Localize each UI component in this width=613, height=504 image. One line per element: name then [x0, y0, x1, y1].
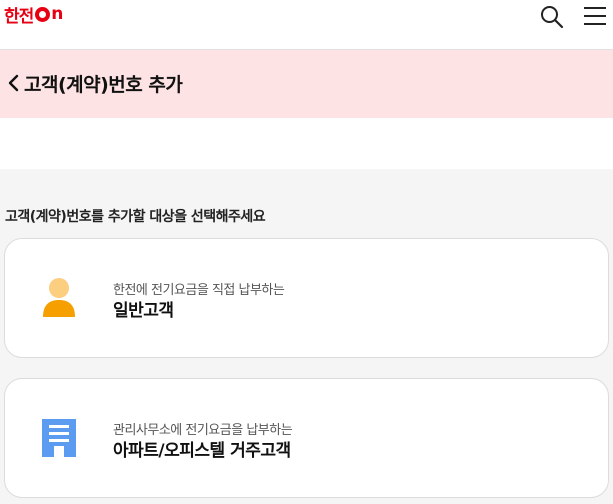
kepco-on-logo[interactable]: 한전 n: [4, 4, 63, 27]
option-name: 아파트/오피스텔 거주고객: [113, 441, 291, 461]
search-icon[interactable]: [539, 4, 565, 30]
logo-suffix: n: [51, 4, 63, 24]
apartment-building-icon: [42, 419, 76, 457]
page-title-banner: 고객(계약)번호 추가: [0, 50, 613, 118]
option-name: 일반고객: [113, 301, 174, 321]
back-arrow-icon[interactable]: [6, 73, 20, 93]
menu-icon[interactable]: [583, 5, 607, 27]
logo-on-mark: n: [35, 4, 63, 24]
top-navigation-bar: 한전 n: [0, 0, 613, 50]
instruction-text: 고객(계약)번호를 추가할 대상을 선택해주세요: [5, 209, 266, 225]
spacer-strip: [0, 118, 613, 169]
page-title: 고객(계약)번호 추가: [24, 74, 183, 96]
logo-o-icon: [35, 6, 51, 22]
person-icon: [43, 278, 75, 317]
logo-text: 한전: [4, 6, 34, 27]
option-card-apartment-customer[interactable]: 관리사무소에 전기요금을 납부하는 아파트/오피스텔 거주고객: [4, 378, 609, 498]
option-card-general-customer[interactable]: 한전에 전기요금을 직접 납부하는 일반고객: [4, 238, 609, 358]
